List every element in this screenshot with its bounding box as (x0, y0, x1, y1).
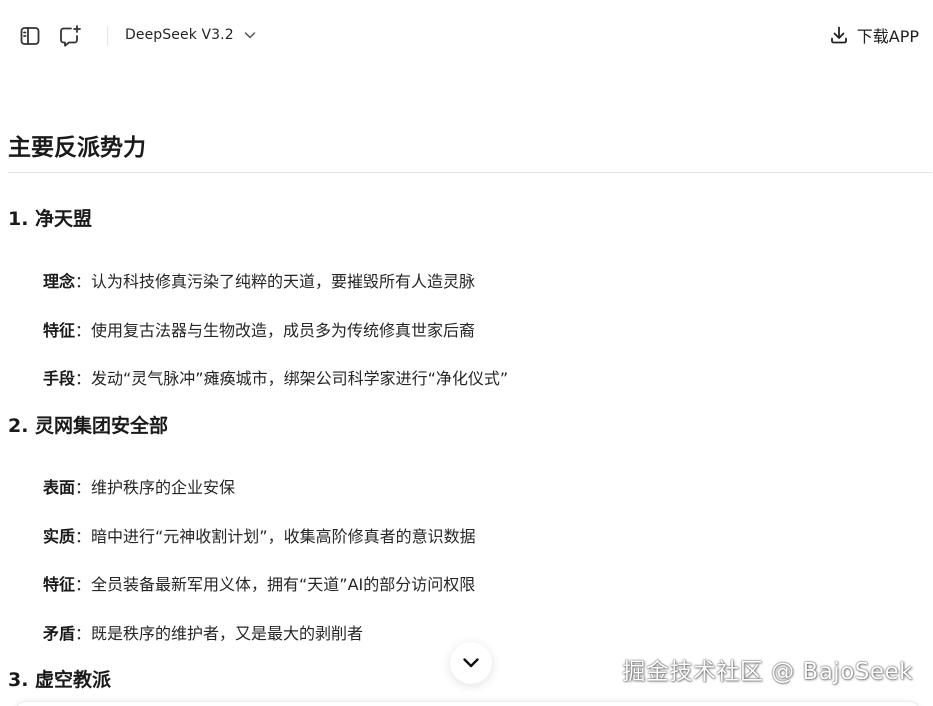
watermark: 掘金技术社区 @ BajoSeek (622, 659, 913, 685)
item-key: 手段 (43, 369, 76, 388)
list-item: 表面：维护秩序的企业安保 (43, 476, 476, 500)
sidebar-toggle-icon (20, 27, 40, 45)
section-divider (8, 172, 932, 173)
faction-details-list: 理念：认为科技修真污染了纯粹的天道，要摧毁所有人造灵脉 特征：使用复古法器与生物… (43, 270, 508, 416)
item-key: 特征 (43, 320, 76, 340)
item-key: 理念 (43, 272, 76, 291)
item-key: 矛盾 (43, 623, 76, 643)
faction-title: 1. 净天盟 (8, 208, 93, 230)
scroll-to-bottom-button[interactable] (450, 642, 492, 684)
download-icon (830, 26, 847, 44)
download-app-label: 下载APP (856, 27, 919, 46)
chevron-down-icon (244, 32, 255, 39)
chat-input-box[interactable] (14, 701, 921, 706)
assistant-message: 主要反派势力 1. 净天盟 理念：认为科技修真污染了纯粹的天道，要摧毁所有人造灵… (8, 128, 932, 691)
item-key: 实质 (43, 526, 76, 546)
list-item: 特征：全员装备最新军用义体，拥有“天道”AI的部分访问权限 (43, 573, 476, 597)
list-item: 特征：使用复古法器与生物改造，成员多为传统修真世家后裔 (43, 319, 508, 343)
new-chat-icon (60, 25, 81, 47)
model-name: DeepSeek V3.2 (125, 27, 234, 43)
faction-title: 3. 虚空教派 (8, 669, 112, 691)
faction-title: 2. 灵网集团安全部 (8, 415, 169, 437)
item-text: ：全员装备最新军用义体，拥有“天道”AI的部分访问权限 (75, 575, 476, 594)
list-item: 矛盾：既是秩序的维护者，又是最大的剥削者 (43, 622, 476, 646)
item-key: 表面 (43, 478, 76, 497)
sidebar-toggle-button[interactable] (16, 22, 44, 50)
item-key: 特征 (43, 575, 76, 594)
new-chat-button[interactable] (56, 22, 84, 50)
topbar-divider (107, 26, 108, 46)
list-item: 实质：暗中进行“元神收割计划”，收集高阶修真者的意识数据 (43, 525, 476, 549)
item-text: ：使用复古法器与生物改造，成员多为传统修真世家后裔 (75, 320, 476, 340)
faction-details-list: 表面：维护秩序的企业安保 实质：暗中进行“元神收割计划”，收集高阶修真者的意识数… (43, 476, 476, 670)
list-item: 手段：发动“灵气脉冲”瘫痪城市，绑架公司科学家进行“净化仪式” (43, 367, 508, 391)
chat-page: DeepSeek V3.2 下载APP 主要反派势力 1. 净天盟 理念：认为科… (0, 0, 933, 706)
item-text: ：维护秩序的企业安保 (75, 478, 236, 497)
top-bar: DeepSeek V3.2 下载APP (0, 0, 933, 70)
item-text: ：认为科技修真污染了纯粹的天道，要摧毁所有人造灵脉 (75, 272, 476, 291)
item-text: ：发动“灵气脉冲”瘫痪城市，绑架公司科学家进行“净化仪式” (75, 369, 509, 388)
section-title: 主要反派势力 (8, 135, 146, 161)
item-text: ：既是秩序的维护者，又是最大的剥削者 (75, 623, 364, 643)
item-text: ：暗中进行“元神收割计划”，收集高阶修真者的意识数据 (75, 526, 476, 546)
model-selector[interactable]: DeepSeek V3.2 (125, 23, 257, 47)
download-app-button[interactable]: 下载APP (829, 22, 919, 48)
chevron-down-icon (463, 658, 479, 668)
list-item: 理念：认为科技修真污染了纯粹的天道，要摧毁所有人造灵脉 (43, 270, 508, 294)
